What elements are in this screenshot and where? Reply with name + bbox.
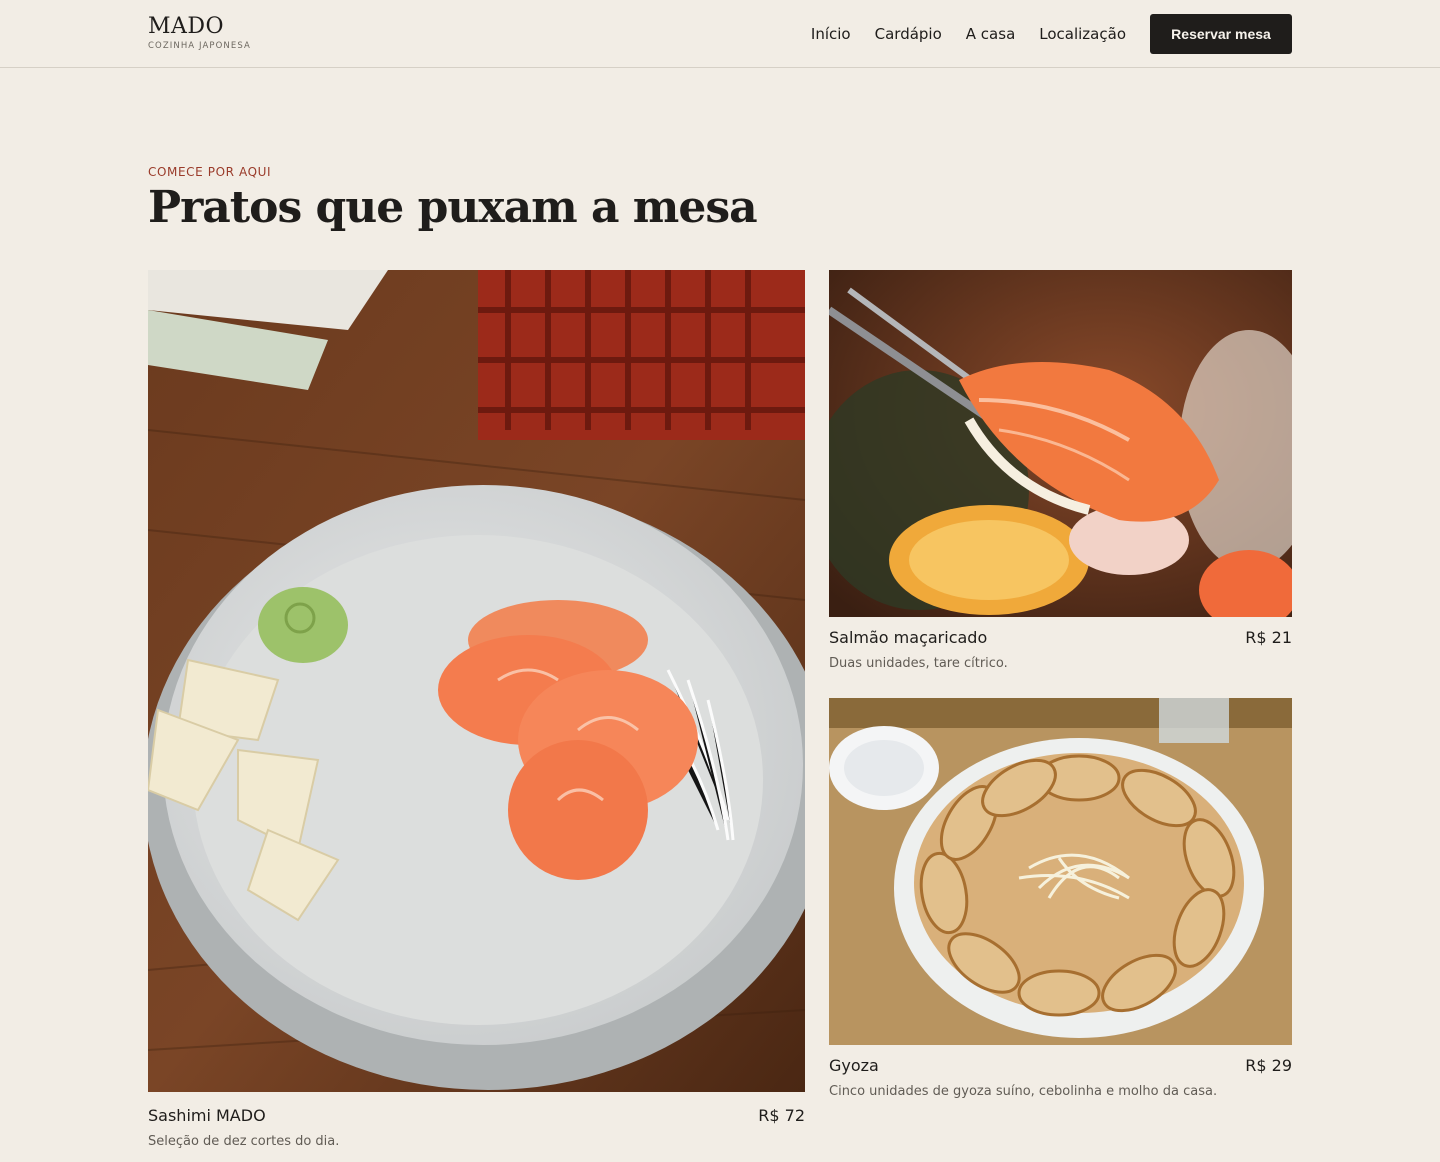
dish-price: R$ 21 xyxy=(1245,628,1292,647)
dish-header: Salmão maçaricado R$ 21 xyxy=(829,628,1292,647)
section-eyebrow: COMECE POR AQUI xyxy=(148,165,272,179)
dish-description: Cinco unidades de gyoza suíno, cebolinha… xyxy=(829,1084,1218,1099)
sashimi-photo xyxy=(148,270,805,1092)
dish-name: Sashimi MADO xyxy=(148,1106,266,1125)
dish-name: Gyoza xyxy=(829,1056,879,1075)
nav-link-localizacao[interactable]: Localização xyxy=(1039,25,1126,43)
dish-card-salmao[interactable]: Salmão maçaricado R$ 21 Duas unidades, t… xyxy=(829,270,1292,671)
gyoza-photo xyxy=(829,698,1292,1045)
main-nav: Início Cardápio A casa Localização Reser… xyxy=(811,14,1292,54)
dish-name: Salmão maçaricado xyxy=(829,628,988,647)
dish-card-sashimi[interactable]: Sashimi MADO R$ 72 Seleção de dez cortes… xyxy=(148,270,805,1149)
site-header: MADO COZINHA JAPONESA Início Cardápio A … xyxy=(0,0,1440,68)
reserve-table-button[interactable]: Reservar mesa xyxy=(1150,14,1292,54)
nav-link-cardapio[interactable]: Cardápio xyxy=(875,25,942,43)
nav-link-a-casa[interactable]: A casa xyxy=(966,25,1015,43)
dish-description: Duas unidades, tare cítrico. xyxy=(829,656,1008,671)
nav-link-inicio[interactable]: Início xyxy=(811,25,851,43)
dish-header: Gyoza R$ 29 xyxy=(829,1056,1292,1075)
dish-price: R$ 29 xyxy=(1245,1056,1292,1075)
salmao-photo xyxy=(829,270,1292,617)
dish-description: Seleção de dez cortes do dia. xyxy=(148,1134,340,1149)
dish-header: Sashimi MADO R$ 72 xyxy=(148,1106,805,1125)
brand-name: MADO xyxy=(148,14,225,39)
section-title: Pratos que puxam a mesa xyxy=(148,182,758,233)
brand-tagline: COZINHA JAPONESA xyxy=(148,41,251,51)
brand-logo[interactable]: MADO COZINHA JAPONESA xyxy=(148,14,251,51)
dish-price: R$ 72 xyxy=(758,1106,805,1125)
dish-card-gyoza[interactable]: Gyoza R$ 29 Cinco unidades de gyoza suín… xyxy=(829,698,1292,1099)
